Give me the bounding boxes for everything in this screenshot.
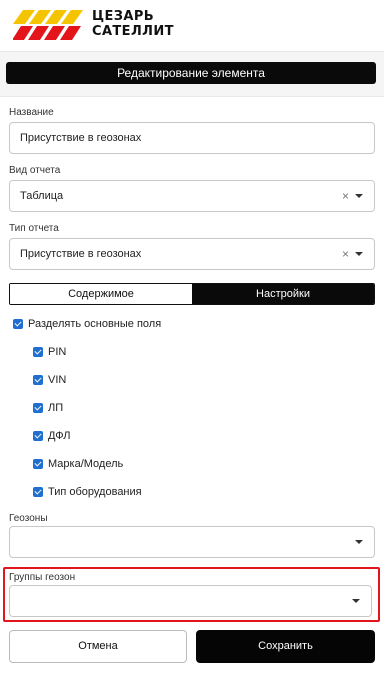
- split-fields-option[interactable]: Разделять основные поля: [13, 318, 161, 330]
- report-view-select[interactable]: Таблица ×: [9, 180, 375, 212]
- chevron-down-icon[interactable]: [355, 252, 363, 256]
- equipment-type-label: Тип оборудования: [48, 486, 142, 498]
- split-fields-checkbox[interactable]: [13, 319, 23, 329]
- chevron-down-icon[interactable]: [355, 194, 363, 198]
- brand-logo[interactable]: ЦЕЗАРЬ САТЕЛЛИТ: [13, 9, 199, 41]
- brand-name: ЦЕЗАРЬ САТЕЛЛИТ: [92, 9, 174, 39]
- make-model-checkbox[interactable]: [33, 459, 43, 469]
- option-equipment-type[interactable]: Тип оборудования: [33, 486, 142, 498]
- report-view-value: Таблица: [20, 190, 64, 202]
- brand-line1: ЦЕЗАРЬ: [92, 9, 155, 24]
- lp-label: ЛП: [48, 402, 64, 414]
- pin-label: PIN: [48, 346, 67, 358]
- brand-line2: САТЕЛЛИТ: [92, 24, 174, 39]
- name-field[interactable]: Присутствие в геозонах: [9, 122, 375, 154]
- option-make-model[interactable]: Марка/Модель: [33, 458, 123, 470]
- dfl-label: ДФЛ: [48, 430, 71, 442]
- clear-icon[interactable]: ×: [342, 181, 349, 211]
- geozone-groups-select[interactable]: [9, 585, 372, 617]
- tab-bar: Содержимое Настройки: [9, 283, 375, 305]
- lp-checkbox[interactable]: [33, 403, 43, 413]
- report-type-value: Присутствие в геозонах: [20, 248, 142, 260]
- equipment-type-checkbox[interactable]: [33, 487, 43, 497]
- make-model-label: Марка/Модель: [48, 458, 124, 470]
- option-dfl[interactable]: ДФЛ: [33, 430, 70, 442]
- vin-label: VIN: [48, 374, 67, 386]
- report-type-label: Тип отчета: [9, 223, 59, 234]
- option-lp[interactable]: ЛП: [33, 402, 63, 414]
- dfl-checkbox[interactable]: [33, 431, 43, 441]
- option-vin[interactable]: VIN: [33, 374, 66, 386]
- chevron-down-icon[interactable]: [352, 599, 360, 603]
- geozones-select[interactable]: [9, 526, 375, 558]
- option-pin[interactable]: PIN: [33, 346, 66, 358]
- app-header: ЦЕЗАРЬ САТЕЛЛИТ: [0, 0, 384, 52]
- page-title: Редактирование элемента: [6, 62, 376, 84]
- report-type-select[interactable]: Присутствие в геозонах ×: [9, 238, 375, 270]
- chevron-down-icon[interactable]: [355, 540, 363, 544]
- geozones-label: Геозоны: [9, 513, 48, 524]
- split-fields-label: Разделять основные поля: [28, 318, 162, 330]
- geozone-groups-label: Группы геозон: [9, 572, 76, 583]
- tab-content[interactable]: Содержимое: [10, 284, 192, 304]
- tab-settings[interactable]: Настройки: [192, 284, 374, 304]
- name-label: Название: [9, 107, 54, 118]
- report-view-label: Вид отчета: [9, 165, 61, 176]
- brand-stripes-icon: [13, 10, 83, 40]
- name-value: Присутствие в геозонах: [20, 132, 142, 144]
- cancel-button[interactable]: Отмена: [9, 630, 187, 663]
- clear-icon[interactable]: ×: [342, 239, 349, 269]
- save-button[interactable]: Сохранить: [196, 630, 375, 663]
- pin-checkbox[interactable]: [33, 347, 43, 357]
- vin-checkbox[interactable]: [33, 375, 43, 385]
